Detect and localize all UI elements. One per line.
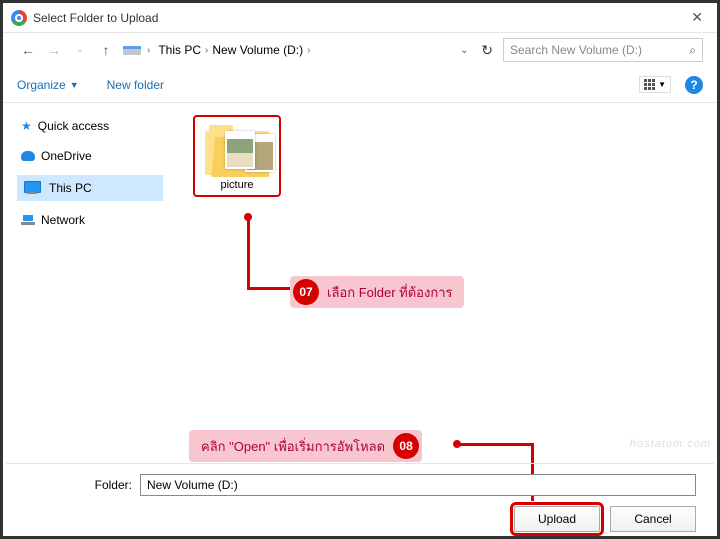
address-bar: ← → ⌄ ↑ › This PC › New Volume (D:) › ⌄ … <box>3 33 717 67</box>
search-icon: ⌕ <box>689 43 696 58</box>
sidebar-item-quick-access[interactable]: Quick access <box>17 115 163 137</box>
folder-label: picture <box>199 179 275 191</box>
dialog-frame: Select Folder to Upload ✕ ← → ⌄ ↑ › This… <box>0 0 720 539</box>
window-title: Select Folder to Upload <box>33 11 158 25</box>
up-button[interactable]: ↑ <box>95 39 117 61</box>
bottom-pane: Folder: Upload Cancel <box>6 463 714 533</box>
chevron-down-icon: ▼ <box>70 80 79 90</box>
path-dropdown[interactable]: ⌄ <box>457 45 471 56</box>
toolbar: Organize ▼ New folder ▼ ? <box>3 67 717 103</box>
sidebar-item-network[interactable]: Network <box>17 209 163 231</box>
new-folder-button[interactable]: New folder <box>107 78 164 92</box>
step-badge: 07 <box>293 279 319 305</box>
sidebar: Quick access OneDrive This PC Network <box>3 103 163 465</box>
refresh-button[interactable]: ↻ <box>475 42 499 59</box>
pc-icon <box>21 179 43 197</box>
breadcrumb-root[interactable]: This PC <box>158 43 201 57</box>
star-icon <box>21 119 32 133</box>
back-button[interactable]: ← <box>17 39 39 61</box>
chrome-icon <box>11 10 27 26</box>
chevron-right-icon: › <box>205 45 208 56</box>
cancel-button[interactable]: Cancel <box>610 506 696 532</box>
network-icon <box>21 215 35 225</box>
annotation-text: เลือก Folder ที่ต้องการ <box>327 282 452 303</box>
sidebar-item-thispc[interactable]: This PC <box>17 175 163 201</box>
chevron-right-icon: › <box>307 45 310 56</box>
annotation-step-08: คลิก "Open" เพื่อเริ่มการอัพโหลด 08 <box>189 430 422 462</box>
annotation-line <box>247 287 291 290</box>
annotation-text: คลิก "Open" เพื่อเริ่มการอัพโหลด <box>201 436 385 457</box>
search-input[interactable]: Search New Volume (D:) ⌕ <box>503 38 703 62</box>
recent-dropdown[interactable]: ⌄ <box>69 39 91 61</box>
titlebar: Select Folder to Upload ✕ <box>3 3 717 33</box>
breadcrumb-drive[interactable]: New Volume (D:) <box>212 43 303 57</box>
drive-icon <box>121 41 143 59</box>
annotation-line <box>247 216 250 290</box>
search-placeholder: Search New Volume (D:) <box>510 43 642 57</box>
organize-menu[interactable]: Organize ▼ <box>17 78 79 92</box>
annotation-line <box>456 443 534 446</box>
close-button[interactable]: ✕ <box>685 9 709 26</box>
annotation-step-07: 07 เลือก Folder ที่ต้องการ <box>290 276 464 308</box>
forward-button[interactable]: → <box>43 39 65 61</box>
help-icon[interactable]: ? <box>685 76 703 94</box>
onedrive-icon <box>21 151 35 161</box>
step-badge: 08 <box>393 433 419 459</box>
chevron-down-icon: ▼ <box>658 80 666 89</box>
sidebar-item-onedrive[interactable]: OneDrive <box>17 145 163 167</box>
folder-path-input[interactable] <box>140 474 696 496</box>
view-mode-button[interactable]: ▼ <box>639 76 671 93</box>
folder-item-picture[interactable]: picture <box>193 115 281 197</box>
watermark: hostatom.com <box>630 438 711 450</box>
upload-button[interactable]: Upload <box>514 506 600 532</box>
folder-icon <box>205 125 269 177</box>
chevron-right-icon: › <box>147 45 150 56</box>
folder-label: Folder: <box>24 478 132 492</box>
